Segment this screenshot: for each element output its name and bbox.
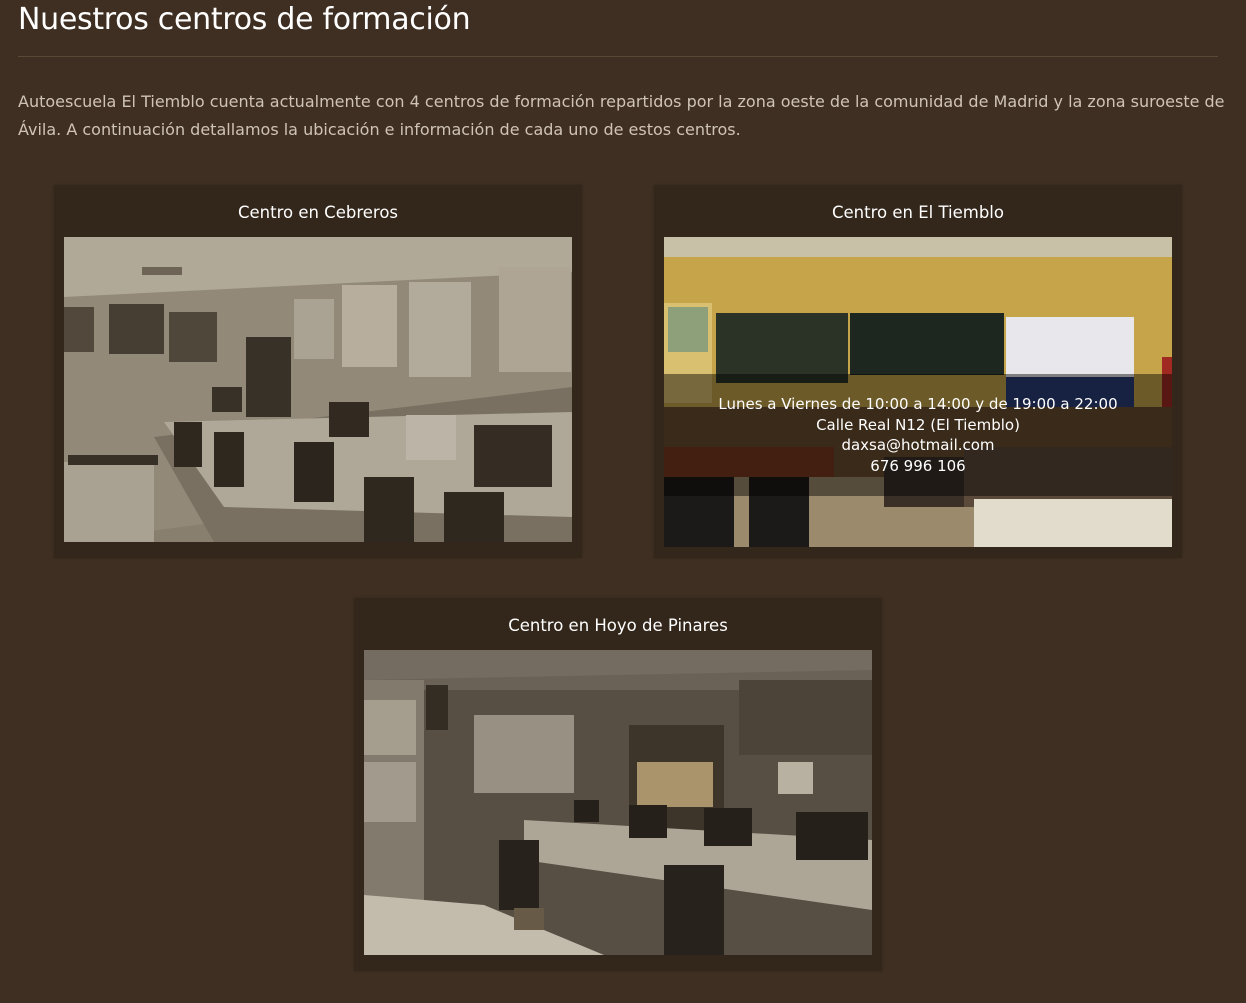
center-card-hoyo-de-pinares[interactable]: Centro en Hoyo de Pinares [354, 598, 882, 971]
page-title: Nuestros centros de formación [18, 2, 471, 37]
title-divider [18, 56, 1218, 57]
center-hours: Lunes a Viernes de 10:00 a 14:00 y de 19… [718, 395, 1118, 413]
center-title-cebreros: Centro en Cebreros [237, 203, 399, 222]
center-info-overlay: Lunes a Viernes de 10:00 a 14:00 y de 19… [664, 374, 1172, 496]
center-title-el-tiemblo: Centro en El Tiemblo [831, 203, 1004, 222]
center-card-el-tiemblo[interactable]: Centro en El Tiemblo Lunes a Viernes de … [654, 185, 1182, 558]
intro-paragraph: Autoescuela El Tiemblo cuenta actualment… [18, 92, 1225, 139]
center-photo-el-tiemblo[interactable]: Lunes a Viernes de 10:00 a 14:00 y de 19… [664, 237, 1172, 547]
center-card-cebreros[interactable]: Centro en Cebreros [54, 185, 582, 558]
center-phone[interactable]: 676 996 106 [870, 456, 965, 477]
center-email[interactable]: daxsa@hotmail.com [841, 435, 994, 456]
center-address: Calle Real N12 (El Tiemblo) [816, 415, 1020, 434]
center-title-hoyo-de-pinares: Centro en Hoyo de Pinares [508, 616, 728, 635]
center-photo-cebreros[interactable] [64, 237, 572, 542]
page: Nuestros centros de formación Autoescuel… [0, 0, 1246, 1003]
center-photo-hoyo-de-pinares[interactable] [364, 650, 872, 955]
